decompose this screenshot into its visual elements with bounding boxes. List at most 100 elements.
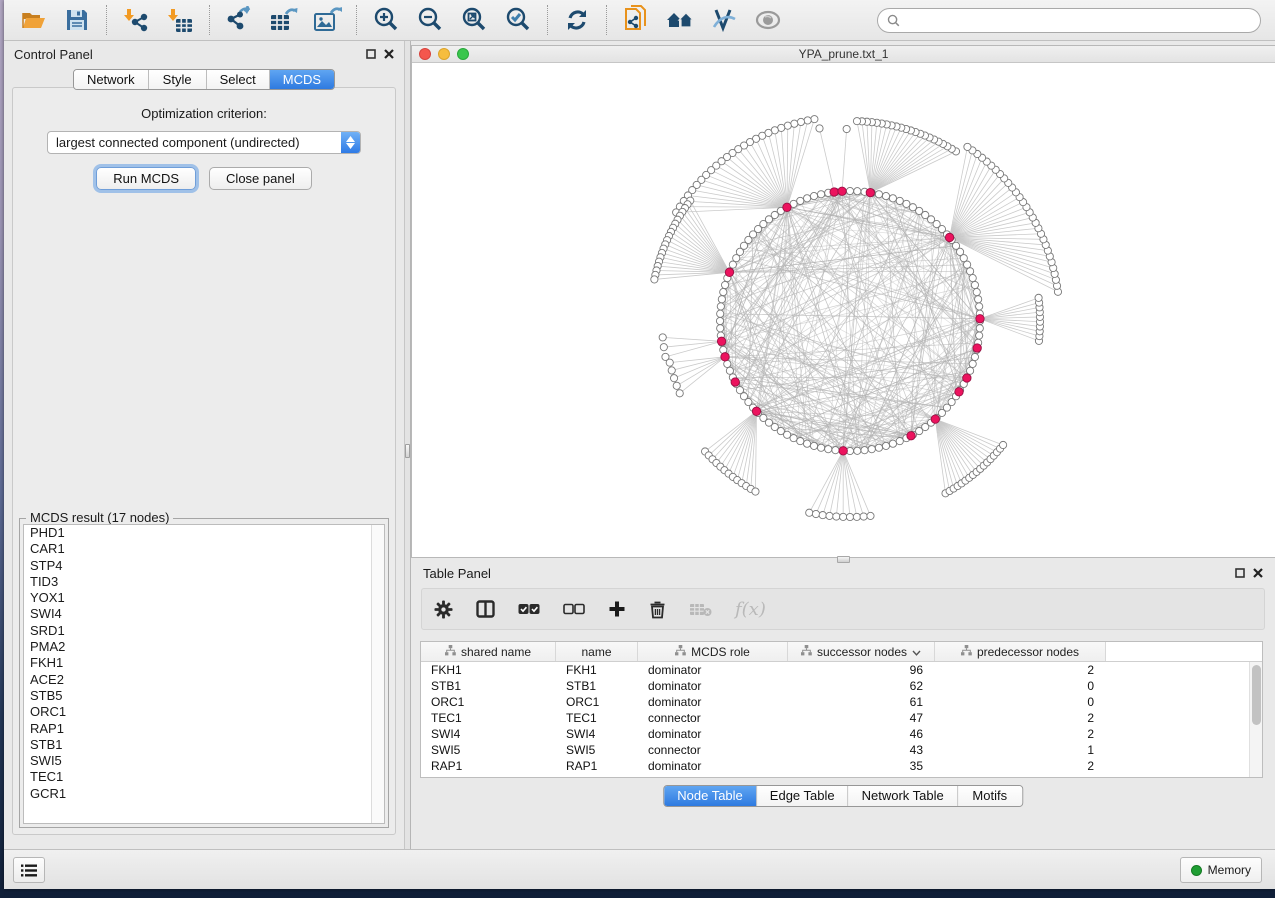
export-network-icon[interactable] bbox=[224, 5, 254, 35]
graph-node[interactable] bbox=[716, 317, 723, 324]
search-box[interactable] bbox=[877, 8, 1261, 33]
graph-node[interactable] bbox=[825, 446, 832, 453]
graph-node[interactable] bbox=[853, 513, 860, 520]
graph-node[interactable] bbox=[726, 367, 733, 374]
close-panel-icon[interactable] bbox=[1252, 568, 1263, 579]
mcds-result-item[interactable]: TID3 bbox=[24, 574, 384, 590]
zoom-out-icon[interactable] bbox=[415, 5, 445, 35]
graph-node[interactable] bbox=[812, 510, 819, 517]
task-history-button[interactable] bbox=[13, 857, 45, 883]
graph-node[interactable] bbox=[790, 435, 797, 442]
graph-node[interactable] bbox=[783, 203, 791, 211]
graph-node[interactable] bbox=[819, 511, 826, 518]
graph-node[interactable] bbox=[853, 118, 860, 125]
close-panel-icon[interactable] bbox=[383, 49, 394, 60]
tab-network[interactable]: Network bbox=[74, 70, 149, 89]
columns-icon[interactable] bbox=[476, 600, 495, 618]
run-mcds-button[interactable]: Run MCDS bbox=[96, 167, 196, 190]
zoom-fit-icon[interactable] bbox=[459, 5, 489, 35]
graph-node[interactable] bbox=[931, 415, 939, 423]
import-network-icon[interactable] bbox=[121, 5, 151, 35]
splitter-grip[interactable] bbox=[405, 444, 410, 458]
graph-node[interactable] bbox=[975, 296, 982, 303]
graph-node[interactable] bbox=[673, 382, 680, 389]
graph-node[interactable] bbox=[846, 187, 853, 194]
mcds-result-item[interactable]: PHD1 bbox=[24, 525, 384, 541]
network-canvas[interactable] bbox=[412, 64, 1275, 557]
graph-node[interactable] bbox=[830, 188, 838, 196]
graph-node[interactable] bbox=[797, 197, 804, 204]
graph-node[interactable] bbox=[666, 359, 673, 366]
deselect-all-icon[interactable] bbox=[563, 602, 585, 616]
optimization-criterion-select[interactable]: largest connected component (undirected) bbox=[47, 131, 361, 154]
table-row[interactable]: STB1STB1dominator620 bbox=[421, 678, 1249, 694]
graph-node[interactable] bbox=[729, 261, 736, 268]
graph-node[interactable] bbox=[659, 334, 666, 341]
graph-node[interactable] bbox=[717, 310, 724, 317]
graph-node[interactable] bbox=[720, 288, 727, 295]
graph-node[interactable] bbox=[843, 125, 850, 132]
select-all-icon[interactable] bbox=[518, 602, 540, 616]
network-graph[interactable] bbox=[412, 64, 1275, 557]
memory-button[interactable]: Memory bbox=[1180, 857, 1262, 883]
graph-node[interactable] bbox=[731, 378, 739, 386]
share-document-icon[interactable] bbox=[621, 5, 651, 35]
open-folder-icon[interactable] bbox=[18, 5, 48, 35]
float-panel-icon[interactable] bbox=[1234, 568, 1245, 579]
table-row[interactable]: SWI5SWI5connector431 bbox=[421, 742, 1249, 758]
graph-node[interactable] bbox=[973, 344, 981, 352]
graph-node[interactable] bbox=[803, 440, 810, 447]
graph-node[interactable] bbox=[903, 200, 910, 207]
graph-node[interactable] bbox=[791, 120, 798, 127]
graph-node[interactable] bbox=[963, 374, 971, 382]
graph-node[interactable] bbox=[752, 407, 760, 415]
table-row[interactable]: ORC1ORC1dominator610 bbox=[421, 694, 1249, 710]
graph-node[interactable] bbox=[976, 332, 983, 339]
horizontal-splitter-grip[interactable] bbox=[837, 556, 850, 563]
tab-mcds[interactable]: MCDS bbox=[270, 70, 334, 89]
graph-node[interactable] bbox=[721, 353, 729, 361]
graph-node[interactable] bbox=[833, 513, 840, 520]
graph-node[interactable] bbox=[875, 191, 882, 198]
tab-edge-table[interactable]: Edge Table bbox=[757, 786, 849, 806]
graph-node[interactable] bbox=[969, 274, 976, 281]
graph-node[interactable] bbox=[976, 315, 984, 323]
mcds-result-item[interactable]: STB5 bbox=[24, 688, 384, 704]
graph-node[interactable] bbox=[854, 188, 861, 195]
graph-node[interactable] bbox=[806, 509, 813, 516]
zoom-selected-icon[interactable] bbox=[503, 5, 533, 35]
graph-node[interactable] bbox=[839, 447, 847, 455]
graph-node[interactable] bbox=[889, 440, 896, 447]
tab-select[interactable]: Select bbox=[207, 70, 270, 89]
mcds-result-item[interactable]: STP4 bbox=[24, 558, 384, 574]
graph-node[interactable] bbox=[976, 325, 983, 332]
table-row[interactable]: RAP1RAP1dominator352 bbox=[421, 758, 1249, 774]
graph-node[interactable] bbox=[875, 444, 882, 451]
graph-node[interactable] bbox=[967, 268, 974, 275]
column-header-predecessor-nodes[interactable]: predecessor nodes bbox=[935, 642, 1106, 661]
mcds-result-item[interactable]: YOX1 bbox=[24, 590, 384, 606]
mcds-result-list[interactable]: PHD1CAR1STP4TID3YOX1SWI4SRD1PMA2FKH1ACE2… bbox=[23, 524, 385, 824]
graph-node[interactable] bbox=[838, 187, 846, 195]
table-row[interactable]: TEC1TEC1connector472 bbox=[421, 710, 1249, 726]
graph-node[interactable] bbox=[718, 296, 725, 303]
graph-node[interactable] bbox=[882, 442, 889, 449]
mcds-result-item[interactable]: FKH1 bbox=[24, 655, 384, 671]
graph-node[interactable] bbox=[810, 192, 817, 199]
export-image-icon[interactable] bbox=[312, 5, 342, 35]
graph-node[interactable] bbox=[752, 488, 759, 495]
graph-node[interactable] bbox=[717, 325, 724, 332]
tab-network-table[interactable]: Network Table bbox=[849, 786, 958, 806]
mcds-result-item[interactable]: SWI4 bbox=[24, 606, 384, 622]
tab-motifs[interactable]: Motifs bbox=[958, 786, 1022, 806]
table-row[interactable]: SWI4SWI4dominator462 bbox=[421, 726, 1249, 742]
graph-node[interactable] bbox=[817, 191, 824, 198]
save-icon[interactable] bbox=[62, 5, 92, 35]
graph-node[interactable] bbox=[817, 444, 824, 451]
graph-node[interactable] bbox=[955, 388, 963, 396]
graph-node[interactable] bbox=[804, 117, 811, 124]
refresh-layout-icon[interactable] bbox=[562, 5, 592, 35]
graph-node[interactable] bbox=[866, 188, 874, 196]
graph-node[interactable] bbox=[896, 197, 903, 204]
table-row[interactable]: ACE2ACE2connector311 bbox=[421, 774, 1249, 777]
